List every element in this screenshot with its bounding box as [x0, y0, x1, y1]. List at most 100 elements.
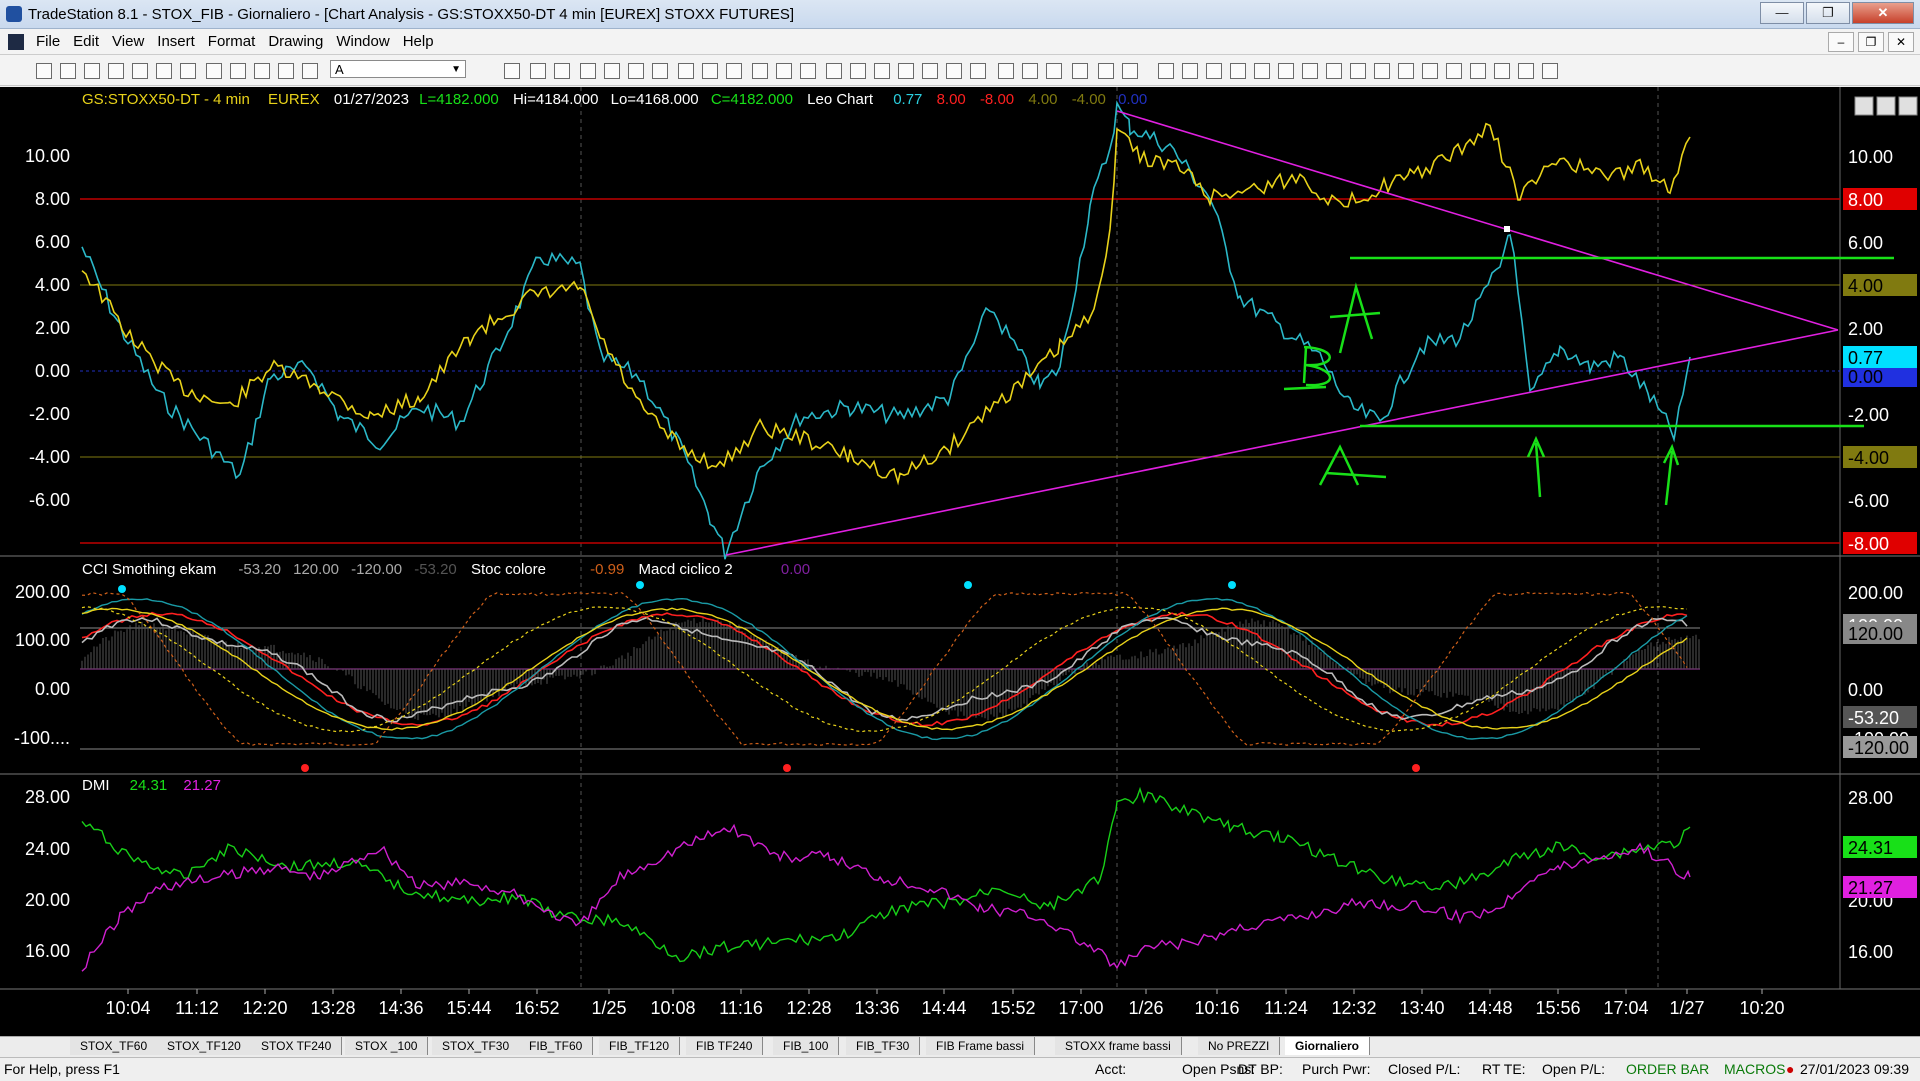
toolbar-button-icon[interactable]: [580, 63, 596, 79]
toolbar-button-icon[interactable]: [946, 63, 962, 79]
toolbar-button-icon[interactable]: [36, 63, 52, 79]
toolbar-button-icon[interactable]: [898, 63, 914, 79]
signal-dot: [301, 764, 309, 772]
toolbar-button-icon[interactable]: [278, 63, 294, 79]
order-bar-button[interactable]: ORDER BAR: [1626, 1061, 1709, 1077]
toolbar-button-icon[interactable]: [530, 63, 546, 79]
toolbar-button-icon[interactable]: [922, 63, 938, 79]
toolbar-button-icon[interactable]: [1046, 63, 1062, 79]
font-select[interactable]: A ▼: [330, 60, 466, 78]
workspace-tab[interactable]: STOX_TF60: [70, 1037, 159, 1055]
toolbar-button-icon[interactable]: [156, 63, 172, 79]
toolbar-button-icon[interactable]: [84, 63, 100, 79]
toolbar-button-icon[interactable]: [1422, 63, 1438, 79]
toolbar-button-icon[interactable]: [1022, 63, 1038, 79]
toolbar-button-icon[interactable]: [1542, 63, 1558, 79]
maximize-button[interactable]: ❐: [1806, 2, 1850, 24]
toolbar-button-icon[interactable]: [776, 63, 792, 79]
toolbar-button-icon[interactable]: [60, 63, 76, 79]
toolbar-button-icon[interactable]: [850, 63, 866, 79]
time-label: 12:28: [786, 998, 831, 1018]
time-label: 14:48: [1467, 998, 1512, 1018]
toolbar-button-icon[interactable]: [800, 63, 816, 79]
menu-format[interactable]: Format: [208, 33, 256, 50]
toolbar-button-icon[interactable]: [1182, 63, 1198, 79]
panel-close-button[interactable]: [1898, 96, 1918, 116]
toolbar-button-icon[interactable]: [604, 63, 620, 79]
toolbar-button-icon[interactable]: [1206, 63, 1222, 79]
workspace-tab[interactable]: STOX _100: [345, 1037, 429, 1055]
menu-edit[interactable]: Edit: [73, 33, 99, 50]
macros-button[interactable]: MACROS: [1724, 1061, 1785, 1077]
toolbar-button-icon[interactable]: [1446, 63, 1462, 79]
chart-area[interactable]: GS:STOXX50-DT - 4 min EUREX 01/27/2023 L…: [0, 87, 1920, 1055]
toolbar-button-icon[interactable]: [628, 63, 644, 79]
workspace-tab[interactable]: STOX_TF30: [432, 1037, 521, 1055]
workspace-tab[interactable]: FIB Frame bassi: [926, 1037, 1036, 1055]
toolbar-button-icon[interactable]: [678, 63, 694, 79]
toolbar-button-icon[interactable]: [998, 63, 1014, 79]
workspace-tab[interactable]: STOXX frame bassi: [1055, 1037, 1182, 1055]
toolbar-button-icon[interactable]: [1494, 63, 1510, 79]
workspace-tab[interactable]: FIB_TF120: [599, 1037, 681, 1055]
toolbar-button-icon[interactable]: [180, 63, 196, 79]
toolbar-button-icon[interactable]: [826, 63, 842, 79]
menu-insert[interactable]: Insert: [157, 33, 195, 50]
toolbar-button-icon[interactable]: [702, 63, 718, 79]
toolbar-button-icon[interactable]: [1254, 63, 1270, 79]
toolbar-button-icon[interactable]: [1072, 63, 1088, 79]
workspace-tab[interactable]: Giornaliero: [1285, 1037, 1371, 1055]
workspace-tab[interactable]: FIB_TF30: [846, 1037, 921, 1055]
time-label: 10:20: [1739, 998, 1784, 1018]
toolbar-button-icon[interactable]: [1098, 63, 1114, 79]
mdi-minimize-button[interactable]: –: [1828, 32, 1854, 52]
toolbar-button-icon[interactable]: [554, 63, 570, 79]
toolbar-button-icon[interactable]: [1158, 63, 1174, 79]
mdi-restore-button[interactable]: ❐: [1858, 32, 1884, 52]
workspace-tab[interactable]: No PREZZI: [1198, 1037, 1281, 1055]
workspace-tab[interactable]: FIB_TF60: [519, 1037, 594, 1055]
toolbar-button-icon[interactable]: [752, 63, 768, 79]
toolbar-button-icon[interactable]: [132, 63, 148, 79]
toolbar-button-icon[interactable]: [970, 63, 986, 79]
close-button[interactable]: ✕: [1852, 2, 1914, 24]
toolbar-button-icon[interactable]: [1278, 63, 1294, 79]
minimize-button[interactable]: —: [1760, 2, 1804, 24]
menu-file[interactable]: File: [36, 33, 60, 50]
menu-window[interactable]: Window: [336, 33, 389, 50]
toolbar-button-icon[interactable]: [230, 63, 246, 79]
time-label: 14:36: [378, 998, 423, 1018]
header-low: Lo=4168.000: [611, 91, 699, 108]
workspace-tab[interactable]: STOX TF240: [251, 1037, 343, 1055]
toolbar-button-icon[interactable]: [302, 63, 318, 79]
toolbar-button-icon[interactable]: [1374, 63, 1390, 79]
menu-help[interactable]: Help: [403, 33, 434, 50]
panel-restore-button[interactable]: [1876, 96, 1896, 116]
toolbar-button-icon[interactable]: [254, 63, 270, 79]
panel-buttons: [1854, 96, 1918, 116]
mdi-close-button[interactable]: ✕: [1888, 32, 1914, 52]
workspace-tab[interactable]: STOX_TF120: [157, 1037, 252, 1055]
toolbar-button-icon[interactable]: [1326, 63, 1342, 79]
header-value-6: 0.00: [1118, 91, 1147, 108]
cci-value-3: -120.00: [351, 561, 402, 578]
toolbar-button-icon[interactable]: [1230, 63, 1246, 79]
toolbar-button-icon[interactable]: [1350, 63, 1366, 79]
menu-drawing[interactable]: Drawing: [268, 33, 323, 50]
workspace-tab[interactable]: FIB_100: [773, 1037, 840, 1055]
toolbar-button-icon[interactable]: [726, 63, 742, 79]
toolbar-button-icon[interactable]: [1470, 63, 1486, 79]
toolbar-button-icon[interactable]: [1398, 63, 1414, 79]
toolbar-button-icon[interactable]: [1122, 63, 1138, 79]
panel-minimize-button[interactable]: [1854, 96, 1874, 116]
menu-view[interactable]: View: [112, 33, 144, 50]
trendline-handle[interactable]: [1504, 226, 1510, 232]
workspace-tab[interactable]: FIB TF240: [686, 1037, 764, 1055]
toolbar-button-icon[interactable]: [504, 63, 520, 79]
toolbar-button-icon[interactable]: [108, 63, 124, 79]
toolbar-button-icon[interactable]: [1518, 63, 1534, 79]
toolbar-button-icon[interactable]: [874, 63, 890, 79]
toolbar-button-icon[interactable]: [1302, 63, 1318, 79]
toolbar-button-icon[interactable]: [206, 63, 222, 79]
toolbar-button-icon[interactable]: [652, 63, 668, 79]
